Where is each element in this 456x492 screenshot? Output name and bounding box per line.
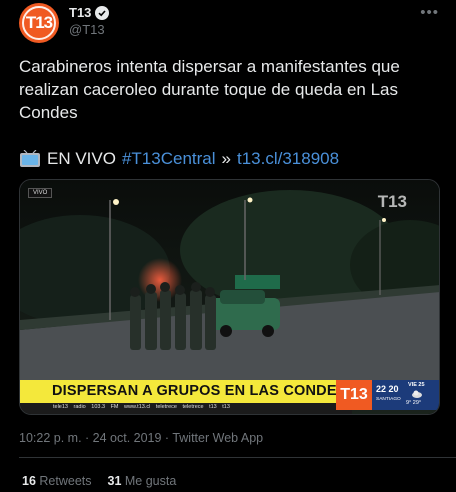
name-row: T13: [69, 5, 110, 20]
clock-weather-box: 22 20 SANTIAGO VIE 25 9° 29°: [372, 380, 439, 410]
ticker-text: DISPERSAN A GRUPOS EN LAS CONDES: [52, 383, 347, 399]
news-ticker: DISPERSAN A GRUPOS EN LAS CONDES: [20, 380, 352, 403]
sub-ticker: tele13 radio 103.3 FM www.t13.cl teletre…: [20, 403, 352, 414]
clock-city: SANTIAGO: [376, 397, 401, 402]
likes-label: Me gusta: [124, 474, 177, 488]
divider: [19, 457, 456, 458]
more-options-icon[interactable]: •••: [420, 4, 439, 21]
tweet-text: Carabineros intenta dispersar a manifest…: [19, 57, 400, 122]
channel-logo: T13: [336, 380, 372, 410]
short-link[interactable]: t13.cl/318908: [237, 147, 339, 170]
engagement-stats: 16 Retweets 31 Me gusta: [22, 474, 176, 488]
weather-date: VIE 25: [408, 382, 425, 388]
clock-time: 22 20: [376, 384, 399, 394]
likes-count: 31: [107, 474, 122, 488]
display-name[interactable]: T13: [69, 5, 91, 20]
likes-stat[interactable]: 31 Me gusta: [108, 474, 177, 488]
retweets-label: Retweets: [39, 474, 92, 488]
weather-temperature: 9° 29°: [406, 400, 422, 406]
live-label: EN VIVO: [47, 149, 116, 168]
media-video[interactable]: VIVO T13 DISPERSAN A GRUPOS EN LAS CONDE…: [19, 179, 440, 415]
retweets-count: 16: [22, 474, 36, 488]
channel-watermark: T13: [377, 192, 407, 211]
avatar[interactable]: T13: [19, 3, 59, 43]
live-badge: VIVO: [28, 188, 53, 198]
tweet: T13 T13 @T13 ••• Carabineros intenta dis…: [0, 0, 456, 492]
tweet-timestamp[interactable]: 10:22 p. m. · 24 oct. 2019 · Twitter Web…: [19, 431, 263, 445]
verified-icon: [95, 5, 110, 20]
television-icon: [19, 149, 41, 168]
separator: »: [221, 149, 231, 168]
live-line: EN VIVO #T13Central » t13.cl/318908: [19, 147, 339, 170]
handle[interactable]: @T13: [69, 22, 105, 37]
hashtag-link[interactable]: #T13Central: [122, 147, 216, 170]
sub-ticker-text: tele13 radio 103.3 FM www.t13.cl teletre…: [53, 404, 230, 410]
avatar-ring: [22, 6, 56, 40]
weather-cloud-icon: [411, 389, 423, 399]
retweets-stat[interactable]: 16 Retweets: [22, 474, 92, 488]
